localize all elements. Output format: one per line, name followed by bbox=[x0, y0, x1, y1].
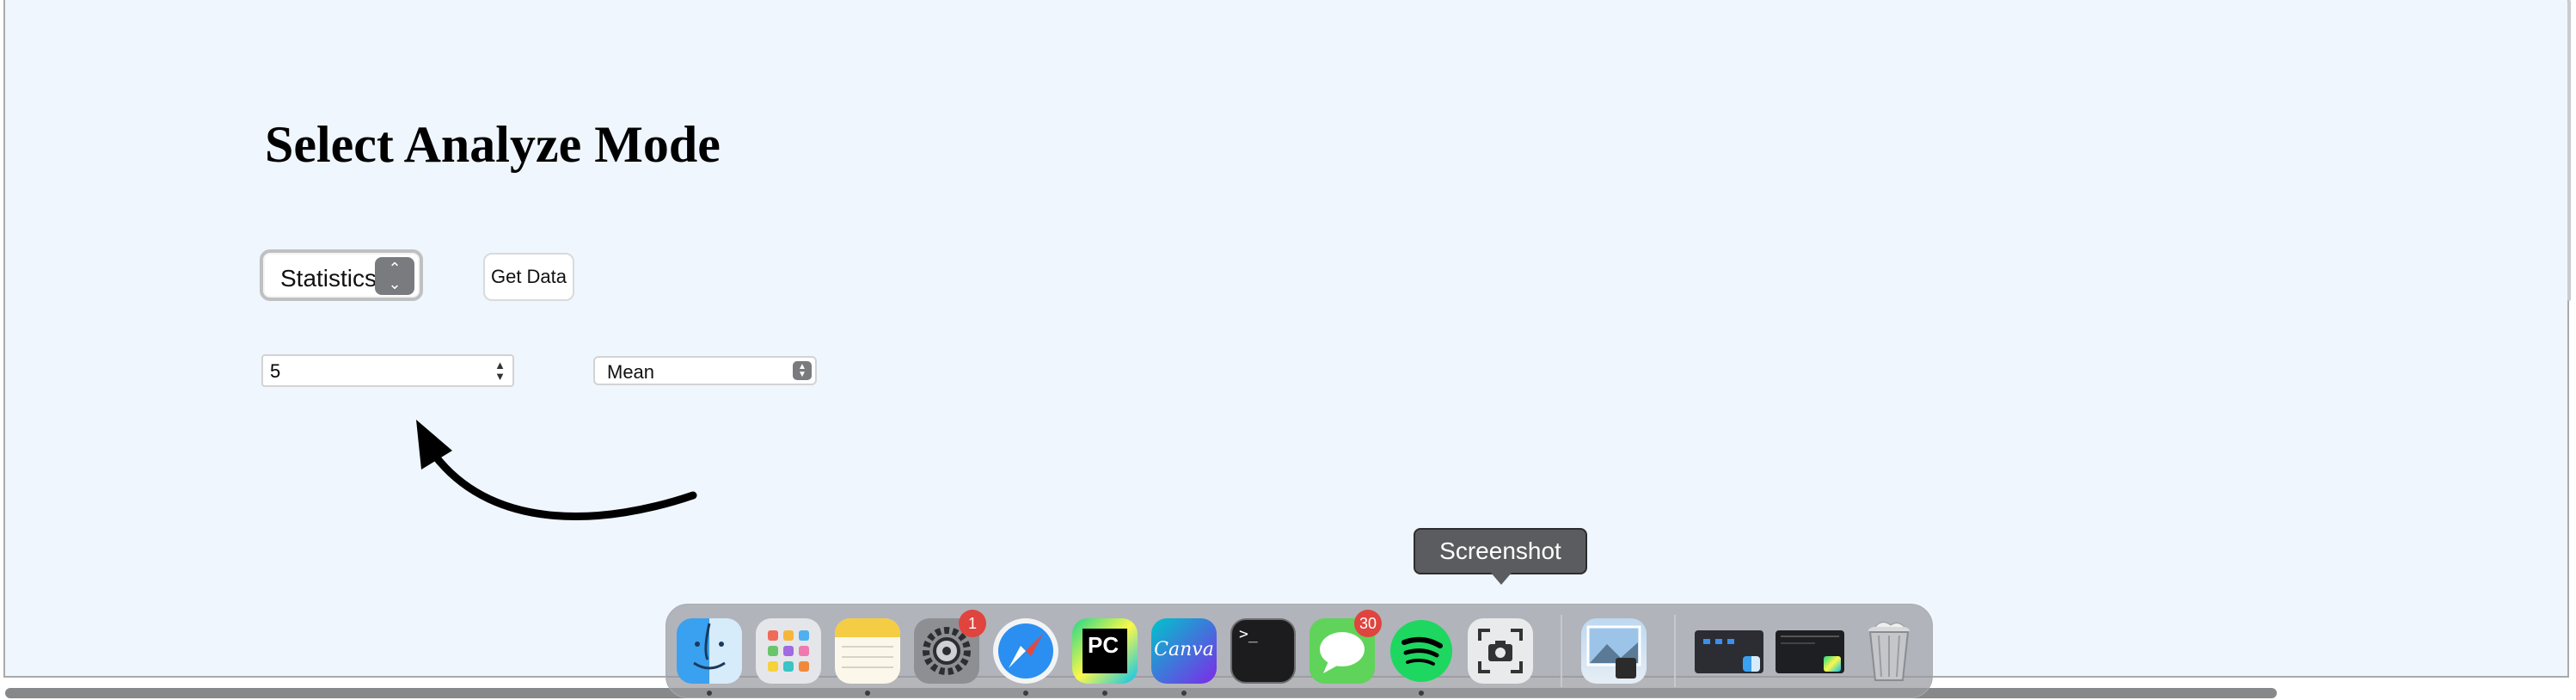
curved-arrow-icon bbox=[416, 420, 697, 521]
canva-label: Canva bbox=[1154, 639, 1214, 660]
trash-icon[interactable] bbox=[1856, 618, 1922, 684]
analyze-mode-select[interactable]: Statistics ⌃ ⌄ bbox=[260, 249, 423, 301]
messages-item[interactable]: 30 bbox=[1309, 610, 1382, 684]
camera-icon[interactable] bbox=[1468, 618, 1533, 684]
minimized-window-thumbnail[interactable] bbox=[1776, 630, 1844, 673]
number-input[interactable]: 5 ▲ ▼ bbox=[261, 354, 514, 387]
number-spinner-icon[interactable]: ▲ ▼ bbox=[494, 359, 506, 382]
select-stepper-icon: ▲ ▼ bbox=[793, 361, 812, 380]
statistic-select[interactable]: Mean ▲ ▼ bbox=[593, 356, 817, 385]
pycharm-icon[interactable]: PC bbox=[1072, 618, 1138, 684]
notes-icon[interactable] bbox=[835, 618, 900, 684]
preview-icon[interactable] bbox=[1581, 618, 1647, 684]
running-indicator bbox=[1181, 691, 1187, 696]
vertical-scrollbar[interactable] bbox=[2567, 0, 2571, 301]
dock: 1 PC Canva >_ 30 bbox=[665, 604, 1933, 698]
dock-tooltip-pointer bbox=[1491, 573, 1512, 585]
minimized-window-thumbnail[interactable] bbox=[1695, 630, 1763, 673]
launchpad-icon[interactable] bbox=[756, 618, 821, 684]
running-indicator bbox=[707, 691, 712, 696]
notification-badge: 30 bbox=[1354, 610, 1382, 637]
system-settings-item[interactable]: 1 bbox=[914, 610, 986, 684]
running-indicator bbox=[1023, 691, 1028, 696]
finder-icon bbox=[1743, 656, 1760, 672]
get-data-button[interactable]: Get Data bbox=[483, 253, 574, 301]
select-stepper-icon: ⌃ ⌄ bbox=[375, 257, 414, 295]
dock-separator bbox=[1674, 615, 1676, 687]
statistic-select-value: Mean bbox=[607, 361, 655, 383]
running-indicator bbox=[865, 691, 870, 696]
pycharm-icon bbox=[1824, 656, 1841, 672]
canva-icon[interactable]: Canva bbox=[1151, 618, 1217, 684]
finder-icon[interactable] bbox=[677, 618, 742, 684]
terminal-icon[interactable]: >_ bbox=[1230, 618, 1296, 684]
compass-icon[interactable] bbox=[993, 618, 1058, 684]
browser-page: Select Analyze Mode Statistics ⌃ ⌄ Get Da… bbox=[3, 0, 2569, 678]
page-title: Select Analyze Mode bbox=[265, 116, 721, 173]
notification-badge: 1 bbox=[959, 610, 986, 637]
analyze-mode-value: Statistics bbox=[280, 265, 377, 292]
number-input-value: 5 bbox=[270, 360, 281, 382]
dock-separator bbox=[1561, 615, 1562, 687]
dock-tooltip: Screenshot bbox=[1414, 528, 1587, 574]
running-indicator bbox=[1102, 691, 1107, 696]
pycharm-label: PC bbox=[1083, 629, 1127, 673]
spotify-icon[interactable] bbox=[1389, 618, 1454, 684]
running-indicator bbox=[1419, 691, 1424, 696]
terminal-label: >_ bbox=[1239, 625, 1258, 643]
